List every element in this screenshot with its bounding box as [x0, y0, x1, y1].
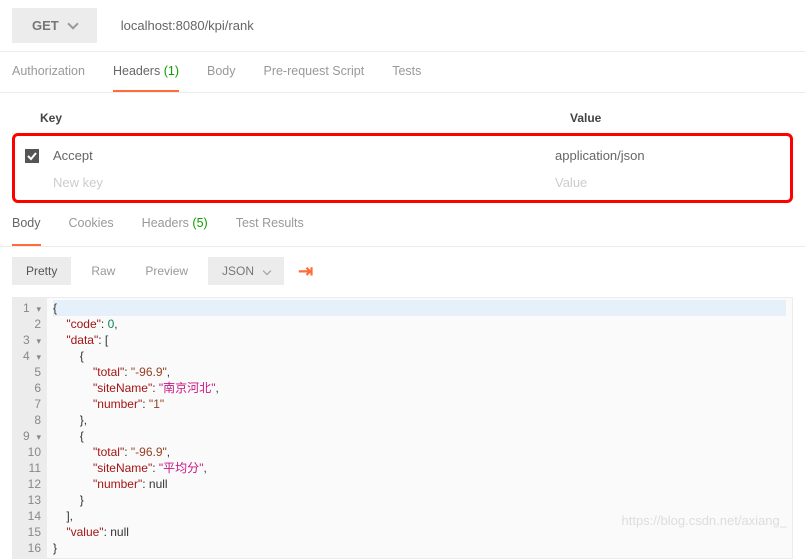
raw-button[interactable]: Raw	[81, 257, 125, 285]
body-toolbar: Pretty Raw Preview JSON ⇥	[0, 247, 805, 295]
response-tabs: Body Cookies Headers (5) Test Results	[0, 202, 805, 247]
tab-response-cookies[interactable]: Cookies	[69, 216, 114, 246]
column-header-value: Value	[570, 111, 793, 125]
format-select[interactable]: JSON	[208, 257, 284, 285]
url-input[interactable]	[107, 8, 793, 43]
tab-response-testresults[interactable]: Test Results	[236, 216, 304, 246]
tab-authorization[interactable]: Authorization	[12, 64, 85, 92]
table-row-new[interactable]: New key Value	[25, 169, 780, 196]
watermark: https://blog.csdn.net/axiang_	[621, 513, 787, 528]
headers-table: Key Value Accept application/json New ke…	[0, 93, 805, 203]
chevron-down-icon	[263, 267, 271, 275]
tab-tests[interactable]: Tests	[392, 64, 421, 92]
pretty-button[interactable]: Pretty	[12, 257, 71, 285]
table-row[interactable]: Accept application/json	[25, 142, 780, 169]
check-icon	[27, 151, 37, 161]
http-method-select[interactable]: GET	[12, 8, 97, 43]
tab-body[interactable]: Body	[207, 64, 236, 92]
tab-prerequest[interactable]: Pre-request Script	[263, 64, 364, 92]
highlighted-region: Accept application/json New key Value	[12, 133, 793, 203]
headers-count-badge: (1)	[164, 64, 179, 78]
tab-headers[interactable]: Headers (1)	[113, 64, 179, 92]
new-value-placeholder[interactable]: Value	[555, 175, 780, 190]
tab-response-body[interactable]: Body	[12, 216, 41, 246]
header-key-cell[interactable]: Accept	[53, 148, 555, 163]
preview-button[interactable]: Preview	[135, 257, 198, 285]
new-key-placeholder[interactable]: New key	[53, 175, 555, 190]
request-tabs: Authorization Headers (1) Body Pre-reque…	[0, 52, 805, 93]
column-header-key: Key	[40, 111, 570, 125]
http-method-label: GET	[32, 18, 59, 33]
line-gutter: 1 ▾ 2 3 ▾ 4 ▾ 5 6 7 8 9 ▾ 10 11 12 13 14…	[13, 298, 47, 558]
tab-response-headers[interactable]: Headers (5)	[142, 216, 208, 246]
header-value-cell[interactable]: application/json	[555, 148, 780, 163]
chevron-down-icon	[67, 18, 78, 29]
wrap-lines-icon[interactable]: ⇥	[294, 261, 317, 282]
row-checkbox[interactable]	[25, 149, 39, 163]
response-headers-count-badge: (5)	[192, 216, 207, 230]
